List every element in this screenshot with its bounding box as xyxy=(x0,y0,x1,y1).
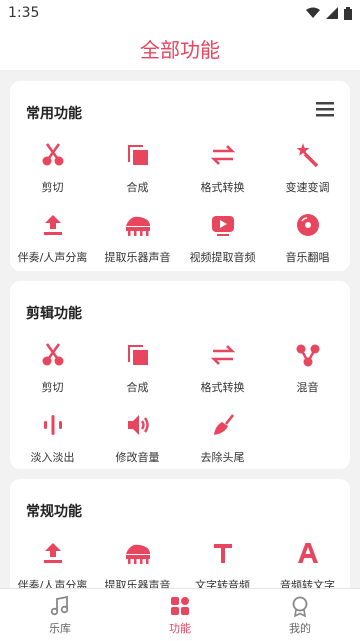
volume-icon xyxy=(124,411,152,439)
scissors-icon xyxy=(39,141,67,169)
convert-icon xyxy=(209,141,237,169)
function-label: 淡入淡出 xyxy=(30,451,75,464)
function-label: 伴奏/人声分离 xyxy=(17,251,88,264)
function-volume[interactable]: 修改音量 xyxy=(95,401,180,471)
function-label: 合成 xyxy=(126,181,149,194)
function-label: 剪切 xyxy=(41,381,64,394)
function-label: 格式转换 xyxy=(200,381,245,394)
battery-icon xyxy=(344,6,352,20)
waveform-icon xyxy=(39,411,67,439)
function-label: 提取乐器声音 xyxy=(104,579,171,588)
bottom-navigation: 乐库 功能 我的 xyxy=(0,588,360,641)
function-merge[interactable]: 合成 xyxy=(95,331,180,401)
section-title: 常用功能 xyxy=(26,106,82,122)
text-t-icon xyxy=(209,539,237,567)
wifi-icon xyxy=(306,7,320,18)
function-music-cover[interactable]: 音乐翻唱 xyxy=(265,201,350,271)
piano-icon xyxy=(124,211,152,239)
video-play-icon xyxy=(209,211,237,239)
function-label: 剪切 xyxy=(41,181,64,194)
function-text-to-audio[interactable]: 文字转音频 xyxy=(180,529,265,588)
merge-icon xyxy=(124,341,152,369)
function-label: 文字转音频 xyxy=(195,579,250,588)
section-title: 剪辑功能 xyxy=(26,306,82,322)
text-a-icon xyxy=(294,539,322,567)
function-mix[interactable]: 混音 xyxy=(265,331,350,401)
function-label: 提取乐器声音 xyxy=(104,251,171,264)
app-header: 全部功能 xyxy=(0,26,360,70)
function-speed-pitch[interactable]: 变速变调 xyxy=(265,131,350,201)
function-video-extract-audio[interactable]: 视频提取音频 xyxy=(180,201,265,271)
function-label: 混音 xyxy=(296,381,319,394)
function-audio-to-text[interactable]: 音频转文字 xyxy=(265,529,350,588)
function-list[interactable]: 常用功能 剪切 合成 格式转换 变速变调 伴奏/人声分离 提取乐器声音 视频提取… xyxy=(0,70,360,588)
mix-icon xyxy=(294,341,322,369)
function-extract-instrument[interactable]: 提取乐器声音 xyxy=(95,529,180,588)
status-icons xyxy=(306,6,352,20)
function-label: 音频转文字 xyxy=(280,579,335,588)
status-time: 1:35 xyxy=(8,5,40,21)
merge-icon xyxy=(124,141,152,169)
function-fade[interactable]: 淡入淡出 xyxy=(10,401,95,471)
function-extract-instrument[interactable]: 提取乐器声音 xyxy=(95,201,180,271)
section-common-functions: 常用功能 剪切 合成 格式转换 变速变调 伴奏/人声分离 提取乐器声音 视频提取… xyxy=(10,81,350,271)
record-icon xyxy=(294,211,322,239)
function-label: 修改音量 xyxy=(115,451,160,464)
function-label: 合成 xyxy=(126,381,149,394)
scissors-icon xyxy=(39,341,67,369)
upload-arrow-icon xyxy=(39,539,67,567)
function-format-convert[interactable]: 格式转换 xyxy=(180,131,265,201)
function-trim-ends[interactable]: 去除头尾 xyxy=(180,401,265,471)
function-label: 格式转换 xyxy=(200,181,245,194)
nav-profile[interactable]: 我的 xyxy=(255,595,345,636)
grid-icon xyxy=(171,596,189,615)
section-general-functions: 常规功能 伴奏/人声分离 提取乐器声音 文字转音频 音频转文字 xyxy=(10,479,350,588)
function-merge[interactable]: 合成 xyxy=(95,131,180,201)
function-vocal-separation[interactable]: 伴奏/人声分离 xyxy=(10,201,95,271)
section-editing-functions: 剪辑功能 剪切 合成 格式转换 混音 淡入淡出 修改音量 去除头尾 xyxy=(10,281,350,469)
section-title: 常规功能 xyxy=(26,504,82,520)
nav-functions[interactable]: 功能 xyxy=(135,595,225,636)
menu-icon[interactable] xyxy=(314,99,336,119)
function-cut[interactable]: 剪切 xyxy=(10,131,95,201)
function-label: 去除头尾 xyxy=(200,451,245,464)
broom-icon xyxy=(209,411,237,439)
function-format-convert[interactable]: 格式转换 xyxy=(180,331,265,401)
convert-icon xyxy=(209,341,237,369)
function-vocal-separation[interactable]: 伴奏/人声分离 xyxy=(10,529,95,588)
function-label: 伴奏/人声分离 xyxy=(17,579,88,588)
music-note-icon xyxy=(50,595,69,615)
nav-label: 我的 xyxy=(289,621,311,635)
function-label: 视频提取音频 xyxy=(189,251,256,264)
magic-wand-icon xyxy=(294,141,322,169)
function-label: 音乐翻唱 xyxy=(285,251,330,264)
function-label: 变速变调 xyxy=(285,181,330,194)
nav-music-library[interactable]: 乐库 xyxy=(15,595,105,636)
nav-label: 功能 xyxy=(169,621,191,635)
nav-label: 乐库 xyxy=(49,621,71,635)
function-cut[interactable]: 剪切 xyxy=(10,331,95,401)
profile-icon xyxy=(292,596,308,617)
piano-icon xyxy=(124,539,152,567)
upload-arrow-icon xyxy=(39,211,67,239)
status-bar: 1:35 xyxy=(0,0,360,26)
signal-icon xyxy=(326,7,338,19)
page-title: 全部功能 xyxy=(140,37,220,62)
